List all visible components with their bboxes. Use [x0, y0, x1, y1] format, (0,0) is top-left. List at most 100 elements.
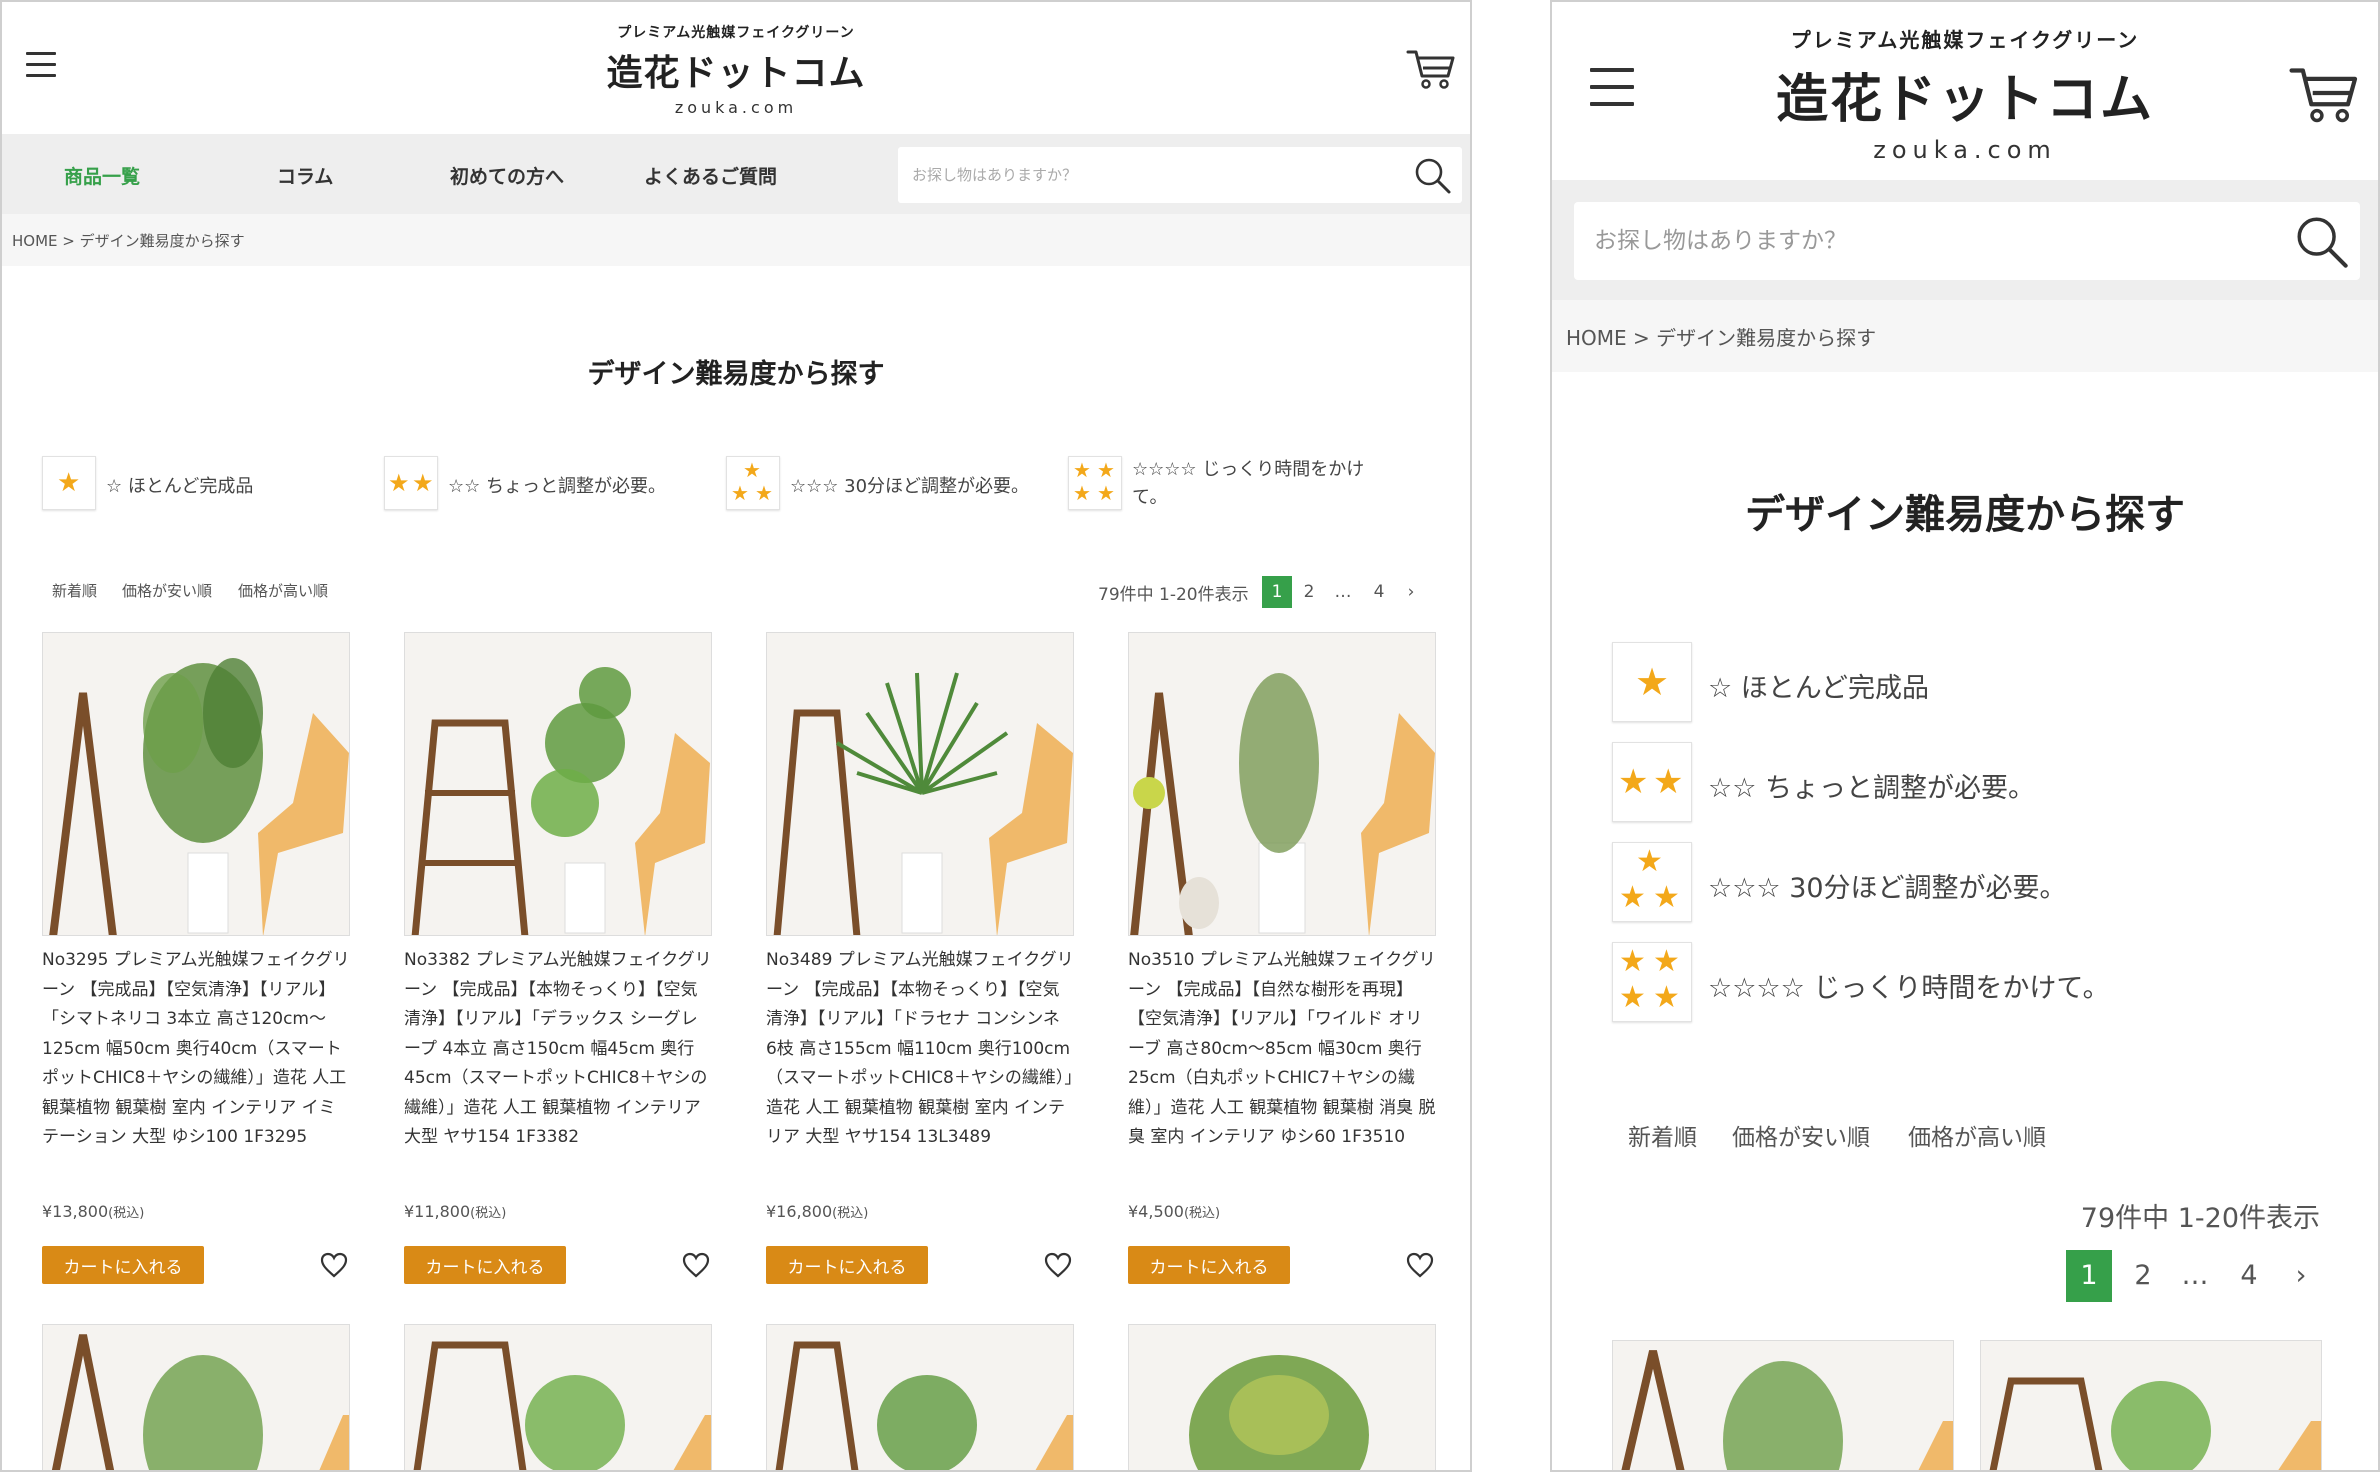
product-image[interactable] — [766, 1324, 1074, 1470]
legend-item-4star[interactable]: ★ ★ ★ ★ ☆☆☆☆ じっくり時間をかけて。 — [1612, 942, 2212, 1024]
star-icon: ★ — [57, 468, 81, 498]
star-box: ★ ★ ★ ★ — [1068, 456, 1122, 510]
site-url: zouka.com — [1873, 136, 2057, 164]
page-title: デザイン難易度から探す — [1745, 492, 2185, 538]
sort-newest[interactable]: 新着順 — [1628, 1118, 1697, 1152]
product-card[interactable]: No3510 プレミアム光触媒フェイクグリーン 【完成品】【自然な樹形を再現】【… — [1128, 632, 1436, 1284]
page-4[interactable]: 4 — [2226, 1250, 2272, 1302]
star-box: ★ ★ — [384, 456, 438, 510]
star-icon: ★ — [755, 481, 773, 505]
star-icon: ★ — [743, 458, 761, 482]
product-image[interactable] — [42, 1324, 350, 1470]
price-value: ¥16,800 — [766, 1202, 833, 1221]
search-icon[interactable] — [1412, 155, 1452, 195]
product-photo-placeholder — [1981, 1341, 2321, 1470]
sort-price-high[interactable]: 価格が高い順 — [238, 580, 328, 601]
site-header: プレミアム光触媒フェイクグリーン 造花ドットコム zouka.com — [1552, 2, 2378, 180]
product-description[interactable]: No3489 プレミアム光触媒フェイクグリーン 【完成品】【本物そっくり】【空気… — [766, 946, 1074, 1202]
legend-item-4star[interactable]: ★ ★ ★ ★ ☆☆☆☆ じっくり時間をかけて。 — [1068, 456, 1398, 516]
legend-item-2star[interactable]: ★ ★ ☆☆ ちょっと調整が必要。 — [384, 456, 704, 516]
product-image[interactable] — [1128, 632, 1436, 936]
breadcrumb[interactable]: HOME > デザイン難易度から探す — [1552, 300, 2378, 372]
nav-item-column[interactable]: コラム — [277, 162, 333, 189]
legend-item-1star[interactable]: ★ ☆ ほとんど完成品 — [42, 456, 362, 516]
price-value: ¥13,800 — [42, 1202, 109, 1221]
page-2[interactable]: 2 — [2120, 1250, 2166, 1302]
heart-icon[interactable] — [1044, 1252, 1072, 1278]
sort-price-low[interactable]: 価格が安い順 — [122, 580, 212, 601]
search-input[interactable] — [1574, 202, 2254, 280]
site-url: zouka.com — [674, 98, 798, 117]
product-description[interactable]: No3382 プレミアム光触媒フェイクグリーン 【完成品】【本物そっくり】【空気… — [404, 946, 712, 1202]
product-description[interactable]: No3510 プレミアム光触媒フェイクグリーン 【完成品】【自然な樹形を再現】【… — [1128, 946, 1436, 1202]
product-image[interactable] — [1612, 1340, 1954, 1470]
product-price: ¥11,800(税込) — [404, 1202, 712, 1221]
star-icon: ★ — [1619, 880, 1646, 915]
page-4[interactable]: 4 — [1364, 576, 1394, 608]
star-icon: ★ — [1618, 762, 1649, 802]
product-image[interactable] — [404, 632, 712, 936]
cart-icon[interactable] — [2288, 62, 2360, 124]
page-1[interactable]: 1 — [1262, 576, 1292, 608]
search-input[interactable] — [898, 147, 1378, 203]
legend-label: ☆☆☆ 30分ほど調整が必要。 — [790, 476, 1030, 497]
sort-price-low[interactable]: 価格が安い順 — [1732, 1118, 1870, 1152]
product-card[interactable]: No3489 プレミアム光触媒フェイクグリーン 【完成品】【本物そっくり】【空気… — [766, 632, 1074, 1284]
site-header: プレミアム光触媒フェイクグリーン 造花ドットコム zouka.com — [2, 2, 1470, 134]
product-image[interactable] — [766, 632, 1074, 936]
legend-item-1star[interactable]: ★ ☆ ほとんど完成品 — [1612, 642, 2212, 724]
product-photo-placeholder — [405, 633, 711, 935]
page-title: デザイン難易度から探す — [587, 359, 885, 390]
site-tagline: プレミアム光触媒フェイクグリーン — [1790, 28, 2140, 52]
product-card[interactable]: No3295 プレミアム光触媒フェイクグリーン 【完成品】【空気清浄】【リアル】… — [42, 632, 350, 1284]
legend-item-2star[interactable]: ★ ★ ☆☆ ちょっと調整が必要。 — [1612, 742, 2212, 824]
product-image[interactable] — [404, 1324, 712, 1470]
page-next[interactable]: › — [1396, 576, 1426, 608]
search-box — [1574, 202, 2360, 280]
heart-icon[interactable] — [320, 1252, 348, 1278]
legend-label: ☆ ほとんど完成品 — [1708, 673, 1929, 704]
sort-newest[interactable]: 新着順 — [52, 580, 97, 601]
product-image[interactable] — [1128, 1324, 1436, 1470]
site-logo[interactable]: プレミアム光触媒フェイクグリーン 造花ドットコム zouka.com — [1552, 24, 2378, 164]
add-to-cart-button[interactable]: カートに入れる — [1128, 1246, 1290, 1284]
tax-label: (税込) — [832, 1206, 869, 1221]
breadcrumb[interactable]: HOME > デザイン難易度から探す — [2, 214, 1470, 266]
product-card[interactable]: No3382 プレミアム光触媒フェイクグリーン 【完成品】【本物そっくり】【空気… — [404, 632, 712, 1284]
add-to-cart-button[interactable]: カートに入れる — [404, 1246, 566, 1284]
page-next[interactable]: › — [2278, 1250, 2324, 1302]
legend-item-3star[interactable]: ★ ★ ★ ☆☆☆ 30分ほど調整が必要。 — [1612, 842, 2212, 924]
site-logo[interactable]: プレミアム光触媒フェイクグリーン 造花ドットコム zouka.com — [2, 22, 1470, 117]
product-description[interactable]: No3295 プレミアム光触媒フェイクグリーン 【完成品】【空気清浄】【リアル】… — [42, 946, 350, 1202]
star-icon: ★ — [1653, 880, 1680, 915]
heart-icon[interactable] — [682, 1252, 710, 1278]
add-to-cart-button[interactable]: カートに入れる — [766, 1246, 928, 1284]
legend-label: ☆☆ ちょっと調整が必要。 — [448, 476, 666, 497]
star-icon: ★ — [1097, 458, 1115, 482]
legend-label: ☆☆☆ 30分ほど調整が必要。 — [1708, 873, 2067, 904]
legend-item-3star[interactable]: ★ ★ ★ ☆☆☆ 30分ほど調整が必要。 — [726, 456, 1066, 516]
product-image[interactable] — [1980, 1340, 2322, 1470]
desktop-view: プレミアム光触媒フェイクグリーン 造花ドットコム zouka.com 商品一覧 … — [0, 0, 1472, 1472]
nav-item-faq[interactable]: よくあるご質問 — [644, 162, 777, 189]
search-bar — [1552, 180, 2378, 300]
result-count: 79件中 1-20件表示 — [1098, 585, 1249, 605]
tax-label: (税込) — [1183, 1206, 1221, 1221]
search-box — [898, 147, 1462, 203]
heart-icon[interactable] — [1406, 1252, 1434, 1278]
sort-price-high[interactable]: 価格が高い順 — [1908, 1118, 2046, 1152]
nav-item-first-time[interactable]: 初めての方へ — [450, 162, 564, 189]
add-to-cart-button[interactable]: カートに入れる — [42, 1246, 204, 1284]
product-price: ¥16,800(税込) — [766, 1202, 1074, 1221]
product-image[interactable] — [42, 632, 350, 936]
star-box: ★ ★ ★ ★ — [1612, 942, 1692, 1022]
page-1[interactable]: 1 — [2066, 1250, 2112, 1302]
page-2[interactable]: 2 — [1294, 576, 1324, 608]
star-icon: ★ — [1619, 944, 1646, 979]
star-icon: ★ — [1097, 481, 1115, 505]
price-value: ¥11,800 — [404, 1202, 471, 1221]
search-icon[interactable] — [2292, 212, 2350, 270]
cart-icon[interactable] — [1406, 46, 1456, 90]
star-box: ★ ★ — [1612, 742, 1692, 822]
nav-item-products[interactable]: 商品一覧 — [64, 162, 140, 189]
